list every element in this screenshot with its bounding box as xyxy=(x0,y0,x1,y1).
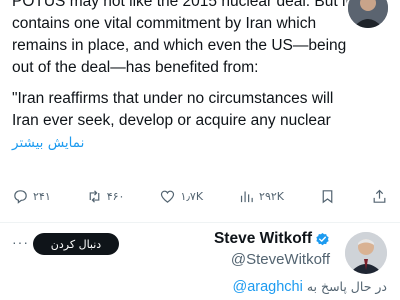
more-options-icon[interactable]: ··· xyxy=(12,234,29,250)
share-button[interactable] xyxy=(371,188,388,205)
show-more-link[interactable]: نمایش بیشتر xyxy=(12,135,84,151)
repost-count: ۴۶۰ xyxy=(106,189,125,203)
follow-button[interactable]: دنبال کردن xyxy=(33,233,119,255)
author-avatar[interactable] xyxy=(345,232,387,274)
bookmark-icon xyxy=(322,189,333,203)
replying-to-mention[interactable]: @araghchi xyxy=(233,279,303,295)
bookmark-button[interactable] xyxy=(319,188,336,205)
replying-to-label: در حال پاسخ به xyxy=(306,279,387,294)
avatar-image xyxy=(348,0,388,28)
views-button[interactable]: ۲۹۲K xyxy=(238,188,284,205)
heart-icon xyxy=(161,190,175,203)
verified-badge-icon xyxy=(316,232,329,245)
author-avatar-image xyxy=(345,232,387,274)
repost-icon xyxy=(89,189,100,203)
author-name-text: Steve Witkoff xyxy=(213,230,312,247)
replying-to: @araghchi در حال پاسخ به xyxy=(233,279,388,295)
share-icon xyxy=(373,189,386,203)
reply-button[interactable]: ۲۴۱ xyxy=(12,188,51,205)
tweet-paragraph-2: "Iran reaffirms that under no circumstan… xyxy=(12,88,357,154)
like-count: ۱٫۷K xyxy=(180,189,204,203)
repost-button[interactable]: ۴۶۰ xyxy=(86,188,125,205)
like-button[interactable]: ۱٫۷K xyxy=(159,188,203,205)
view-count: ۲۹۲K xyxy=(259,189,284,203)
author-name[interactable]: Steve Witkoff xyxy=(214,230,330,248)
reply-icon xyxy=(14,189,27,204)
divider xyxy=(0,222,400,223)
views-icon xyxy=(240,191,253,202)
author-handle[interactable]: @SteveWitkoff xyxy=(231,251,330,268)
reply-count: ۲۴۱ xyxy=(33,189,51,203)
tweet-paragraph-1: POTUS may not like the 2015 nuclear deal… xyxy=(12,0,350,76)
tweet-actions: ۲۴۱ ۴۶۰ ۱٫۷K ۲۹۲K xyxy=(12,184,388,208)
tweet-text: POTUS may not like the 2015 nuclear deal… xyxy=(12,0,357,154)
tweet-paragraph-2-text: "Iran reaffirms that under no circumstan… xyxy=(12,90,334,129)
